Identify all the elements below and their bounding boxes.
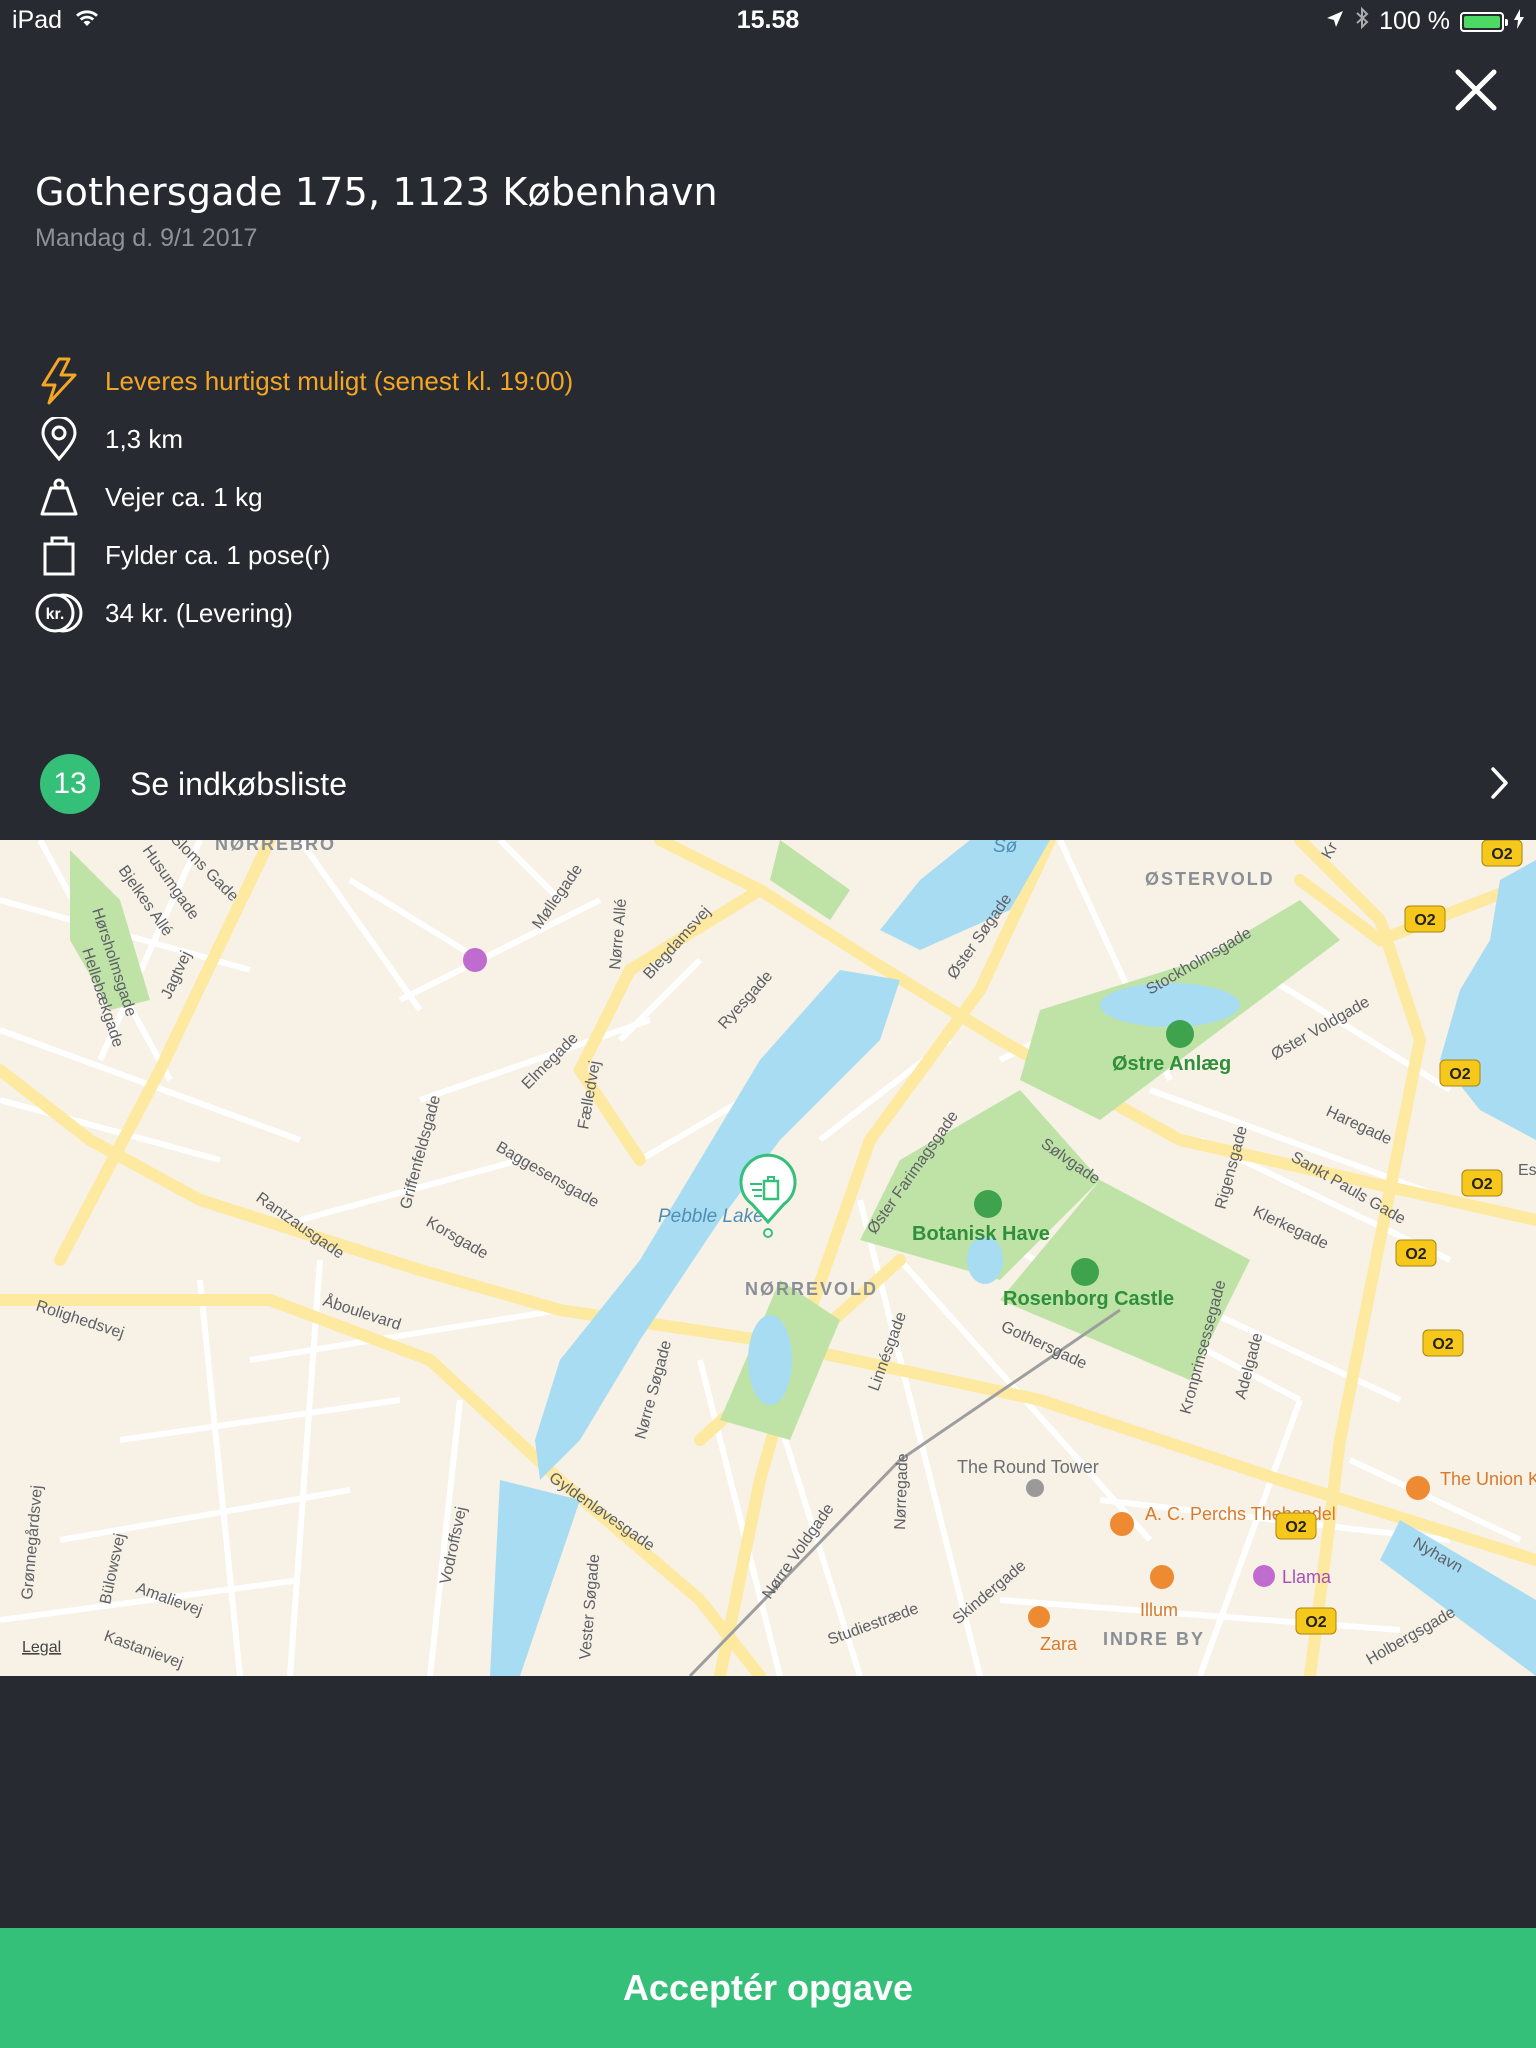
park-marker-icon <box>974 1190 1002 1218</box>
status-right: 100 % <box>1325 6 1524 37</box>
close-icon[interactable] <box>1448 62 1504 118</box>
svg-text:O2: O2 <box>1405 1246 1426 1263</box>
order-details: Leveres hurtigst muligt (senest kl. 19:0… <box>35 352 573 642</box>
detail-price: kr. 34 kr. (Levering) <box>35 584 573 642</box>
accept-task-button[interactable]: Acceptér opgave <box>0 1928 1536 2048</box>
svg-text:O2: O2 <box>1471 1176 1492 1193</box>
map-view[interactable]: NØRREBRO ØSTERVOLD NØRREVOLD INDRE BY Sø… <box>0 840 1536 1676</box>
poi-label: The Round Tower <box>957 1457 1099 1477</box>
bag-icon <box>35 531 83 579</box>
street-label: Es <box>1518 1162 1536 1179</box>
poi-label: The Union Kitchen <box>1440 1469 1536 1489</box>
park-marker-icon <box>1166 1020 1194 1048</box>
poi-label: Illum <box>1140 1600 1178 1620</box>
page-title: Gothersgade 175, 1123 København <box>35 170 718 214</box>
shopping-list-label: Se indkøbsliste <box>130 765 347 802</box>
cinema-icon <box>463 948 487 972</box>
detail-volume: Fylder ca. 1 pose(r) <box>35 526 573 584</box>
detail-text: Vejer ca. 1 kg <box>105 481 263 512</box>
park-marker-icon <box>1071 1258 1099 1286</box>
area-label: NØRREVOLD <box>745 1279 878 1299</box>
shop-icon <box>1028 1606 1050 1628</box>
order-date: Mandag d. 9/1 2017 <box>35 224 258 252</box>
shopping-list-count: 13 <box>40 754 100 814</box>
o2-badge: O2 <box>1461 1169 1503 1197</box>
park-label: Rosenborg Castle <box>1003 1288 1174 1310</box>
detail-text: 1,3 km <box>105 423 184 454</box>
lake-label: Pebble Lake <box>658 1206 764 1227</box>
location-arrow-icon <box>1325 7 1345 36</box>
area-label: INDRE BY <box>1103 1629 1205 1649</box>
charging-icon <box>1514 7 1524 36</box>
o2-badge: O2 <box>1481 840 1523 867</box>
o2-badge: O2 <box>1295 1607 1337 1635</box>
coin-label: kr. <box>46 606 65 623</box>
close-button[interactable] <box>1448 62 1504 118</box>
landmark-icon <box>1026 1479 1044 1497</box>
shop-icon <box>1110 1512 1134 1536</box>
detail-distance: 1,3 km <box>35 410 573 468</box>
detail-weight: Vejer ca. 1 kg <box>35 468 573 526</box>
park-label: Botanisk Have <box>912 1223 1050 1245</box>
park-label: Østre Anlæg <box>1112 1053 1231 1075</box>
weight-icon <box>35 473 83 521</box>
poi-label: Zara <box>1040 1634 1078 1654</box>
svg-text:O2: O2 <box>1285 1519 1306 1536</box>
area-label: ØSTERVOLD <box>1145 869 1275 889</box>
o2-badge: O2 <box>1395 1239 1437 1267</box>
shop-icon <box>1150 1565 1174 1589</box>
battery-percent: 100 % <box>1379 7 1450 35</box>
lightning-icon <box>35 357 83 405</box>
street-label: Nørregade <box>892 1453 912 1530</box>
battery-icon <box>1460 11 1508 32</box>
svg-text:O2: O2 <box>1305 1614 1326 1631</box>
lake-label: Sø <box>993 840 1018 857</box>
detail-delivery-time: Leveres hurtigst muligt (senest kl. 19:0… <box>35 352 573 410</box>
svg-text:O2: O2 <box>1449 1066 1470 1083</box>
restaurant-icon <box>1406 1476 1430 1500</box>
svg-text:O2: O2 <box>1414 912 1435 929</box>
area-label: NØRREBRO <box>215 840 336 854</box>
detail-text: 34 kr. (Levering) <box>105 597 293 628</box>
o2-badge: O2 <box>1439 1059 1481 1087</box>
svg-text:O2: O2 <box>1491 846 1512 863</box>
coins-icon: kr. <box>35 589 83 637</box>
svg-text:O2: O2 <box>1432 1336 1453 1353</box>
bar-icon <box>1253 1565 1275 1587</box>
shopping-list-row[interactable]: 13 Se indkøbsliste <box>0 740 1536 828</box>
detail-text: Leveres hurtigst muligt (senest kl. 19:0… <box>105 365 574 396</box>
o2-badge: O2 <box>1275 1512 1317 1540</box>
poi-label: Llama <box>1282 1567 1332 1587</box>
detail-text: Fylder ca. 1 pose(r) <box>105 539 331 570</box>
status-time: 15.58 <box>736 6 800 34</box>
chevron-right-icon <box>1490 766 1510 805</box>
location-pin-icon <box>35 415 83 463</box>
status-bar: iPad 15.58 100 % <box>0 0 1536 40</box>
o2-badge: O2 <box>1422 1329 1464 1357</box>
map-legal-link[interactable]: Legal <box>22 1639 61 1656</box>
bluetooth-icon <box>1355 6 1369 37</box>
o2-badge: O2 <box>1404 905 1446 933</box>
